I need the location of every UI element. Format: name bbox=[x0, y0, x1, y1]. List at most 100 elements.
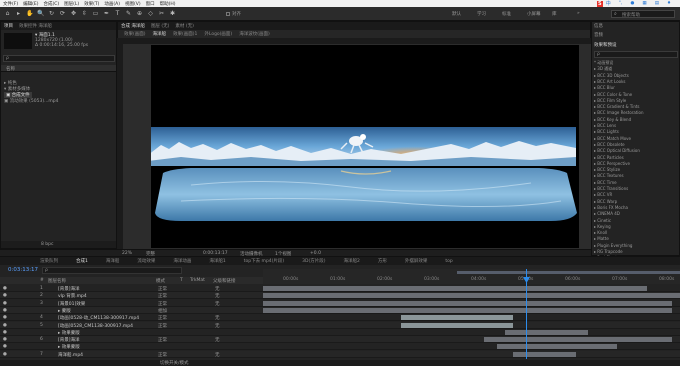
layer-name[interactable]: [海景01]效果 bbox=[58, 301, 85, 307]
layer-visibility-icon[interactable]: ● bbox=[3, 330, 7, 335]
layer-duration-bar[interactable] bbox=[484, 337, 672, 343]
toggle-switches-modes[interactable]: 切换开关/模式 bbox=[160, 360, 189, 366]
workspace-3[interactable]: 小屏幕 bbox=[527, 11, 541, 17]
pan-tool-icon[interactable]: ✥ bbox=[70, 10, 77, 17]
menu-item-7[interactable]: 窗口 bbox=[146, 1, 155, 7]
menu-item-6[interactable]: 视图(V) bbox=[125, 1, 141, 7]
shirt-icon[interactable]: ♦ bbox=[667, 1, 671, 6]
layer-duration-bar[interactable] bbox=[504, 329, 589, 335]
composition-canvas[interactable] bbox=[151, 45, 579, 248]
punctuation-icon[interactable]: °, bbox=[619, 1, 623, 6]
project-search-input[interactable]: ρ bbox=[3, 55, 115, 62]
rect-mask-tool-icon[interactable]: ▭ bbox=[92, 10, 99, 17]
layer-parent[interactable]: 无 bbox=[215, 323, 220, 329]
tab-project[interactable]: 项目 bbox=[4, 23, 13, 29]
selection-tool-icon[interactable]: ▸ bbox=[15, 10, 22, 17]
info-tab[interactable]: 信息 bbox=[594, 23, 603, 29]
workspace-2[interactable]: 标准 bbox=[502, 11, 511, 17]
layer-visibility-icon[interactable]: ● bbox=[3, 323, 7, 328]
viewer-subtab-3[interactable]: 外Logo(画面) bbox=[204, 31, 232, 37]
align-label[interactable]: 对齐 bbox=[226, 11, 241, 17]
tab-composition[interactable]: 合成 海洋船 bbox=[121, 23, 145, 29]
timeline-tab-7[interactable]: 3D(方片段) bbox=[302, 258, 325, 264]
workspace-0[interactable]: 默认 bbox=[452, 11, 461, 17]
work-area-bar[interactable] bbox=[457, 271, 680, 274]
zoom-tool-icon[interactable]: 🔍 bbox=[37, 10, 44, 17]
timeline-tab-3[interactable]: 流动效果 bbox=[137, 258, 155, 264]
layer-name[interactable]: [动画]0528_CM1138-300917.mp4 bbox=[58, 323, 133, 329]
timeline-layer-row[interactable]: ● 3 [海景01]效果 正常 无 bbox=[0, 299, 680, 307]
project-item[interactable]: ▣ 流动效果 (5053)...mp4 bbox=[4, 98, 58, 104]
text-tool-icon[interactable]: T bbox=[114, 10, 121, 17]
microphone-icon[interactable]: ● bbox=[630, 1, 634, 6]
viewer-subtab-1[interactable]: 海洋船 bbox=[153, 31, 167, 37]
timeline-search-input[interactable]: ρ bbox=[42, 267, 182, 274]
layer-parent[interactable]: 无 bbox=[215, 293, 220, 299]
layer-parent[interactable]: 无 bbox=[215, 286, 220, 292]
layer-visibility-icon[interactable]: ● bbox=[3, 308, 7, 313]
menu-item-5[interactable]: 动画(A) bbox=[104, 1, 120, 7]
layer-visibility-icon[interactable]: ● bbox=[3, 337, 7, 342]
layer-duration-bar[interactable] bbox=[496, 344, 618, 350]
clone-tool-icon[interactable]: ⊕ bbox=[136, 10, 143, 17]
workspace-1[interactable]: 学习 bbox=[477, 11, 486, 17]
viewer-subtab-4[interactable]: 海洋波纹(画面) bbox=[239, 31, 270, 37]
timeline-column-2[interactable]: 模式 bbox=[156, 278, 165, 284]
brand-s-icon[interactable]: S bbox=[596, 0, 603, 7]
layer-duration-bar[interactable] bbox=[263, 307, 672, 313]
rotate-tool-icon[interactable]: ↻ bbox=[48, 10, 55, 17]
layer-parent[interactable]: 无 bbox=[215, 301, 220, 307]
layer-visibility-icon[interactable]: ● bbox=[3, 315, 7, 320]
layer-mode[interactable]: 相加 bbox=[158, 308, 167, 314]
keyboard-icon[interactable]: ▦ bbox=[642, 1, 646, 6]
layer-mode[interactable]: 正常 bbox=[158, 293, 167, 299]
timeline-layer-row[interactable]: ● 7 海洋船.mp4 正常 无 bbox=[0, 350, 680, 358]
timeline-layer-row[interactable]: ● 5 [动画]0528_CM1138-300917.mp4 正常 无 bbox=[0, 321, 680, 329]
timeline-layer-row[interactable]: ● ▸ 蒙版 相加 bbox=[0, 306, 680, 314]
roto-tool-icon[interactable]: ✂ bbox=[158, 10, 165, 17]
layer-mode[interactable]: 正常 bbox=[158, 337, 167, 343]
menu-item-8[interactable]: 帮助(H) bbox=[160, 1, 176, 7]
puppet-tool-icon[interactable]: ✱ bbox=[169, 10, 176, 17]
project-column-header[interactable]: 名称 bbox=[1, 65, 116, 72]
layer-visibility-icon[interactable]: ● bbox=[3, 286, 7, 291]
timeline-tab-4[interactable]: 海洋动画 bbox=[173, 258, 191, 264]
dolly-tool-icon[interactable]: ⇳ bbox=[81, 10, 88, 17]
home-tool-icon[interactable]: ⌂ bbox=[4, 10, 11, 17]
timeline-tab-2[interactable]: 海洋船 bbox=[106, 258, 120, 264]
english-toggle-icon[interactable]: 中 bbox=[606, 0, 611, 7]
workspace-5[interactable]: » bbox=[577, 11, 580, 16]
menu-item-3[interactable]: 图层(L) bbox=[64, 1, 79, 7]
layer-name[interactable]: ▸ 效果蒙版 bbox=[58, 344, 80, 350]
layer-visibility-icon[interactable]: ● bbox=[3, 293, 7, 298]
layer-name[interactable]: 海洋船.mp4 bbox=[58, 352, 83, 358]
viewer-subtab-2[interactable]: 效果(画面)1 bbox=[173, 31, 197, 37]
timeline-layer-row[interactable]: ● 2 vlp 背景.mp4 正常 无 bbox=[0, 292, 680, 300]
timeline-column-3[interactable]: T bbox=[180, 278, 183, 283]
timeline-timecode[interactable]: 0:03:13:17 bbox=[8, 267, 38, 273]
timeline-tab-8[interactable]: 海洋船2 bbox=[344, 258, 360, 264]
layer-duration-bar[interactable] bbox=[513, 351, 576, 357]
eraser-tool-icon[interactable]: ◇ bbox=[147, 10, 154, 17]
grid-icon[interactable]: ▤ bbox=[655, 1, 659, 6]
layer-mode[interactable]: 正常 bbox=[158, 286, 167, 292]
layer-parent[interactable]: 无 bbox=[215, 337, 220, 343]
timeline-layer-row[interactable]: ● 4 [动画]0528-动_CM1138-300917.mp4 正常 无 bbox=[0, 314, 680, 322]
audio-tab[interactable]: 音频 bbox=[594, 32, 603, 38]
layer-mode[interactable]: 正常 bbox=[158, 301, 167, 307]
tab-effect-controls[interactable]: 效果控件 海洋船 bbox=[19, 23, 52, 29]
time-ruler[interactable]: 00:00s01:00s02:00s03:00s04:00s05:00s06:0… bbox=[263, 269, 680, 284]
timeline-column-0[interactable]: # bbox=[40, 278, 44, 283]
timeline-tab-6[interactable]: top下去 mp4(片段) bbox=[244, 258, 284, 264]
layer-duration-bar[interactable] bbox=[263, 300, 672, 306]
layer-duration-bar[interactable] bbox=[400, 322, 514, 328]
timeline-column-1[interactable]: 图层名称 bbox=[48, 278, 66, 284]
timeline-column-4[interactable]: TrkMat bbox=[190, 278, 205, 283]
tab-footage[interactable]: 素材 (无) bbox=[175, 23, 193, 29]
layer-parent[interactable]: 无 bbox=[215, 352, 220, 358]
timeline-tab-1[interactable]: 合成1 bbox=[76, 258, 88, 264]
timeline-layer-row[interactable]: ● ▸ 效果蒙版 bbox=[0, 328, 680, 336]
timeline-layer-row[interactable]: ● ▸ 效果蒙版 bbox=[0, 343, 680, 351]
layer-name[interactable]: ▸ 蒙版 bbox=[58, 308, 71, 314]
timeline-tab-0[interactable]: 渲染队列 bbox=[40, 258, 58, 264]
